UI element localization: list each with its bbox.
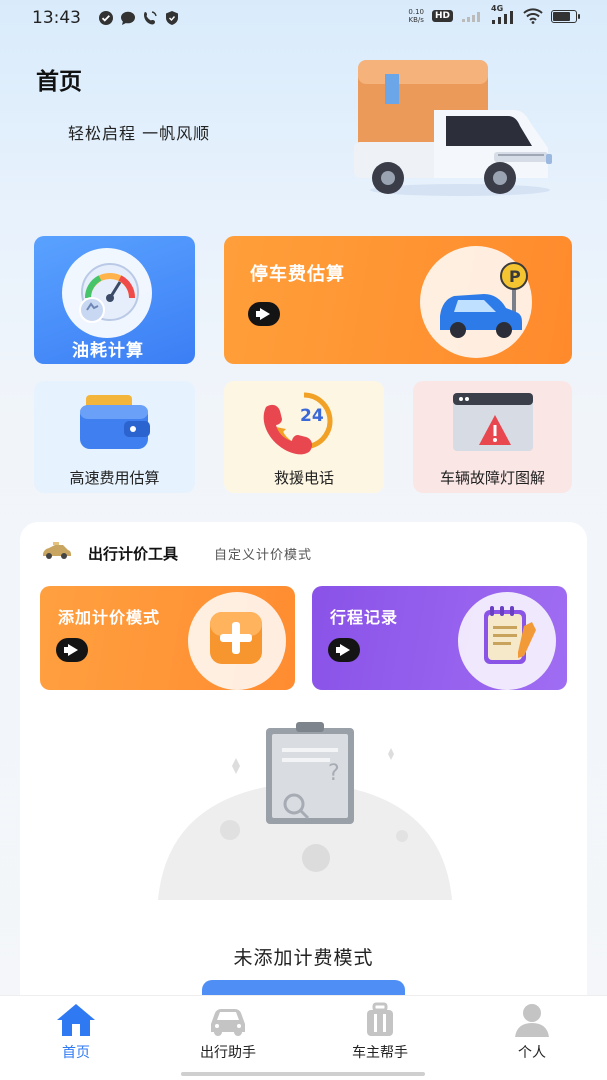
tools-subtitle: 自定义计价模式 [214,548,313,563]
svg-text:24: 24 [300,406,324,426]
battery-level [553,11,570,21]
nav-owner-helper[interactable]: 车主帮手 [325,1002,435,1062]
status-time: 13:43 [32,8,81,28]
parking-card-label: 停车费估算 [250,264,345,285]
phone-wifi-icon [144,11,157,25]
fuel-card-label: 油耗计算 [72,341,144,361]
page-title: 首页 [36,69,82,95]
battery-icon [551,9,580,23]
check-circle-icon [99,11,113,25]
signal-strength-icon [492,11,513,24]
shield-icon [166,11,178,25]
parking-fee-card[interactable]: 停车费估算 P [224,236,572,364]
play-arrow-icon [328,638,360,662]
delivery-truck-illustration [354,60,552,196]
nav-home[interactable]: 首页 [21,1002,131,1062]
net-speed: 0.10 KB/s [408,8,424,24]
home-indicator[interactable] [181,1072,425,1076]
taxi-icon [43,542,71,559]
nav-travel-label: 出行助手 [200,1045,256,1061]
home-icon [57,1004,95,1036]
nav-owner-label: 车主帮手 [352,1045,408,1061]
header-subtitle: 轻松启程 一帆风顺 [68,124,211,143]
signal-weak-icon [462,12,480,22]
play-arrow-icon [56,638,88,662]
highway-card-label: 高速费用估算 [69,469,160,487]
bottom-nav: 首页 出行助手 车主帮手 个人 [0,995,607,1080]
trip-record-label: 行程记录 [330,608,399,627]
parking-car-icon: P [440,262,528,338]
system-indicators: 0.10 KB/s HD 4G [408,4,580,24]
wifi-icon [523,8,543,24]
signal-4g: 4G [491,4,515,24]
warning-window-icon [453,393,533,451]
luggage-icon [367,1002,393,1036]
gauge-icon [79,263,139,323]
fuel-calculator-card[interactable]: 油耗计算 [34,236,195,364]
highway-fee-card[interactable]: 高速费用估算 [34,381,195,493]
plus-icon [210,612,262,664]
net-speed-value: 0.10 [408,8,424,16]
nav-profile-label: 个人 [518,1045,546,1061]
person-icon [515,1004,549,1037]
fault-card-label: 车辆故障灯图解 [439,469,545,487]
chat-bubble-icon [121,11,135,25]
rescue-card-label: 救援电话 [273,469,334,487]
phone-24-icon: 24 [263,392,333,455]
fault-light-card[interactable]: 车辆故障灯图解 [413,381,572,493]
rescue-phone-card[interactable]: 24 救援电话 [224,381,384,493]
add-mode-label: 添加计价模式 [58,608,161,627]
hd-badge: HD [431,10,453,22]
add-pricing-mode-card[interactable]: 添加计价模式 [40,586,295,690]
car-icon [211,1009,245,1036]
play-arrow-icon [248,302,280,326]
svg-text:P: P [509,267,521,286]
nav-profile[interactable]: 个人 [477,1002,587,1062]
tools-title: 出行计价工具 [88,545,179,563]
status-bar: 13:43 0.10 KB/s HD 4G [0,0,607,36]
empty-state-text: 未添加计费模式 [233,947,374,969]
trip-record-card[interactable]: 行程记录 [312,586,567,690]
notification-icons [98,10,180,26]
wallet-icon [80,395,150,449]
svg-text:?: ? [328,761,340,786]
nav-travel-assistant[interactable]: 出行助手 [173,1002,283,1062]
net-speed-unit: KB/s [408,16,424,24]
notepad-icon [484,606,536,664]
nav-home-label: 首页 [62,1045,90,1061]
empty-clipboard-illustration: ? [158,722,452,900]
